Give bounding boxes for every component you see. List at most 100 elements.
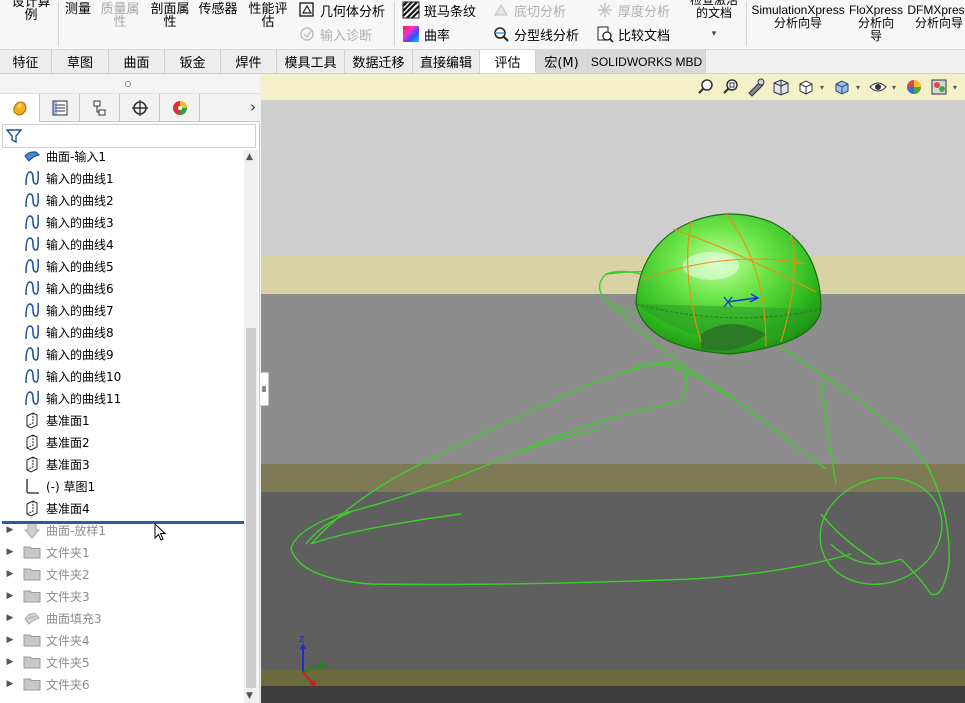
compare-documents-button[interactable]: 比较文档 bbox=[596, 24, 670, 44]
tab-mold-tools[interactable]: 模具工具 bbox=[277, 50, 345, 73]
compare-documents-icon bbox=[596, 25, 614, 43]
tree-node[interactable]: ▶ 文件夹6 bbox=[0, 673, 244, 695]
previous-view-button[interactable] bbox=[745, 76, 767, 98]
tree-node[interactable]: 输入的曲线3 bbox=[0, 211, 244, 233]
tab-weldments[interactable]: 焊件 bbox=[221, 50, 277, 73]
expand-arrow-icon[interactable]: ▶ bbox=[4, 613, 16, 623]
plane-icon bbox=[22, 432, 42, 452]
hide-show-items-button[interactable] bbox=[867, 76, 889, 98]
tree-node[interactable]: ▶ 文件夹3 bbox=[0, 585, 244, 607]
zebra-stripes-button[interactable]: 斑马条纹 bbox=[402, 0, 476, 20]
thickness-analysis-button[interactable]: 厚度分析 bbox=[596, 0, 670, 20]
tree-node[interactable]: (-) 草图1 bbox=[0, 475, 244, 497]
apply-scene-button[interactable] bbox=[928, 76, 950, 98]
tree-node[interactable]: 基准面4 bbox=[0, 497, 244, 519]
tree-node[interactable]: ▶ 文件夹2 bbox=[0, 563, 244, 585]
chevron-down-icon[interactable]: ▾ bbox=[856, 83, 864, 92]
design-study-button[interactable]: 设计算 例 bbox=[6, 0, 56, 22]
measure-button[interactable]: 测量 bbox=[62, 3, 94, 16]
ribbon-separator bbox=[58, 2, 59, 46]
tree-node[interactable]: 输入的曲线7 bbox=[0, 299, 244, 321]
scrollbar-thumb[interactable] bbox=[246, 328, 256, 688]
tree-node-label: 输入的曲线7 bbox=[46, 303, 114, 318]
tree-node[interactable]: 输入的曲线11 bbox=[0, 387, 244, 409]
rollback-bar[interactable] bbox=[2, 521, 244, 524]
tree-node-label: 输入的曲线5 bbox=[46, 259, 114, 274]
chevron-right-icon[interactable]: › bbox=[250, 98, 256, 116]
tab-configuration-manager[interactable] bbox=[80, 94, 120, 122]
curvature-button[interactable]: 曲率 bbox=[402, 24, 450, 44]
tab-feature-manager[interactable] bbox=[0, 94, 40, 122]
expand-arrow-icon[interactable]: ▶ bbox=[4, 635, 16, 645]
tab-sheet-metal[interactable]: 钣金 bbox=[165, 50, 221, 73]
geometry-analysis-button[interactable]: 几何体分析 bbox=[298, 0, 385, 20]
section-properties-button[interactable]: 剖面属 性 bbox=[148, 3, 192, 29]
simulationxpress-button[interactable]: SimulationXpress 分析向导 bbox=[750, 4, 846, 30]
sensor-button[interactable]: 传感器 bbox=[196, 3, 240, 16]
tree-node[interactable]: 输入的曲线10 bbox=[0, 365, 244, 387]
check-active-document-button[interactable]: 检查激活 的文档 ▾ bbox=[686, 0, 742, 41]
dfmxpress-button[interactable]: DFMXpress 分析向导 bbox=[906, 4, 965, 30]
undercut-analysis-button[interactable]: 底切分析 bbox=[492, 0, 566, 20]
tree-node[interactable]: 输入的曲线8 bbox=[0, 321, 244, 343]
scroll-up-icon[interactable]: ▲ bbox=[246, 152, 253, 162]
tree-node[interactable]: 输入的曲线1 bbox=[0, 167, 244, 189]
tree-node[interactable]: 基准面2 bbox=[0, 431, 244, 453]
tree-node[interactable]: 输入的曲线4 bbox=[0, 233, 244, 255]
graphics-area[interactable]: ▾ ▾ ▾ ▾ Z bbox=[261, 74, 965, 703]
tab-solidworks-mbd[interactable]: SOLIDWORKS MBD bbox=[588, 50, 706, 73]
parting-line-analysis-button[interactable]: 分型线分析 bbox=[492, 24, 579, 44]
measure-label: 测量 bbox=[64, 2, 91, 17]
panel-grip[interactable] bbox=[0, 74, 260, 94]
curvature-label: 曲率 bbox=[424, 28, 451, 44]
tab-data-migration[interactable]: 数据迁移 bbox=[345, 50, 413, 73]
tree-node[interactable]: 输入的曲线9 bbox=[0, 343, 244, 365]
mass-properties-button[interactable]: 质量属 性 bbox=[98, 3, 142, 29]
chevron-down-icon[interactable]: ▾ bbox=[892, 83, 900, 92]
parting-line-analysis-icon bbox=[492, 25, 510, 43]
tree-node[interactable]: 输入的曲线5 bbox=[0, 255, 244, 277]
section-view-button[interactable] bbox=[770, 76, 792, 98]
zoom-to-fit-button[interactable] bbox=[695, 76, 717, 98]
tab-direct-editing[interactable]: 直接编辑 bbox=[413, 50, 480, 73]
tab-evaluate[interactable]: 评估 bbox=[480, 50, 536, 73]
tree-node[interactable]: 基准面3 bbox=[0, 453, 244, 475]
performance-evaluation-button[interactable]: 性能评 估 bbox=[246, 3, 290, 29]
chevron-down-icon[interactable]: ▾ bbox=[820, 83, 828, 92]
expand-arrow-icon[interactable]: ▶ bbox=[4, 547, 16, 557]
tab-macro[interactable]: 宏(M) bbox=[536, 50, 588, 73]
tree-node[interactable]: 输入的曲线6 bbox=[0, 277, 244, 299]
tree-node[interactable]: 曲面-输入1 bbox=[0, 150, 244, 167]
tree-node[interactable]: ▶ 文件夹5 bbox=[0, 651, 244, 673]
scroll-down-icon[interactable]: ▼ bbox=[246, 691, 253, 701]
tree-filter-bar[interactable] bbox=[2, 124, 256, 148]
tree-node[interactable]: 输入的曲线2 bbox=[0, 189, 244, 211]
display-style-button[interactable] bbox=[831, 76, 853, 98]
tab-sketch[interactable]: 草图 bbox=[52, 50, 109, 73]
tab-surfaces[interactable]: 曲面 bbox=[109, 50, 165, 73]
zoom-to-area-button[interactable] bbox=[720, 76, 742, 98]
floxpress-button[interactable]: FloXpress 分析向 导 bbox=[848, 4, 904, 43]
grip-dot-icon bbox=[125, 81, 131, 87]
tab-display-manager[interactable] bbox=[160, 94, 200, 122]
tab-dimxpert-manager[interactable] bbox=[120, 94, 160, 122]
tab-property-manager[interactable] bbox=[40, 94, 80, 122]
check-active-document-label: 检查激活 的文档 bbox=[689, 0, 738, 20]
tree-node[interactable]: 基准面1 bbox=[0, 409, 244, 431]
tree-scrollbar[interactable]: ▲ ▼ bbox=[244, 150, 258, 703]
plane-icon bbox=[22, 410, 42, 430]
chevron-down-icon[interactable]: ▾ bbox=[953, 83, 961, 92]
panel-collapse-handle[interactable] bbox=[259, 372, 269, 406]
expand-arrow-icon[interactable]: ▶ bbox=[4, 679, 16, 689]
tab-features[interactable]: 特征 bbox=[0, 50, 52, 73]
expand-arrow-icon[interactable]: ▶ bbox=[4, 525, 16, 535]
tree-node[interactable]: ▶ 文件夹1 bbox=[0, 541, 244, 563]
tree-node[interactable]: ▶ 文件夹4 bbox=[0, 629, 244, 651]
import-diagnostics-button[interactable]: 输入诊断 bbox=[298, 24, 372, 44]
expand-arrow-icon[interactable]: ▶ bbox=[4, 569, 16, 579]
edit-appearance-button[interactable] bbox=[903, 76, 925, 98]
expand-arrow-icon[interactable]: ▶ bbox=[4, 591, 16, 601]
expand-arrow-icon[interactable]: ▶ bbox=[4, 657, 16, 667]
tree-node[interactable]: ▶ 曲面填充3 bbox=[0, 607, 244, 629]
view-orientation-button[interactable] bbox=[795, 76, 817, 98]
